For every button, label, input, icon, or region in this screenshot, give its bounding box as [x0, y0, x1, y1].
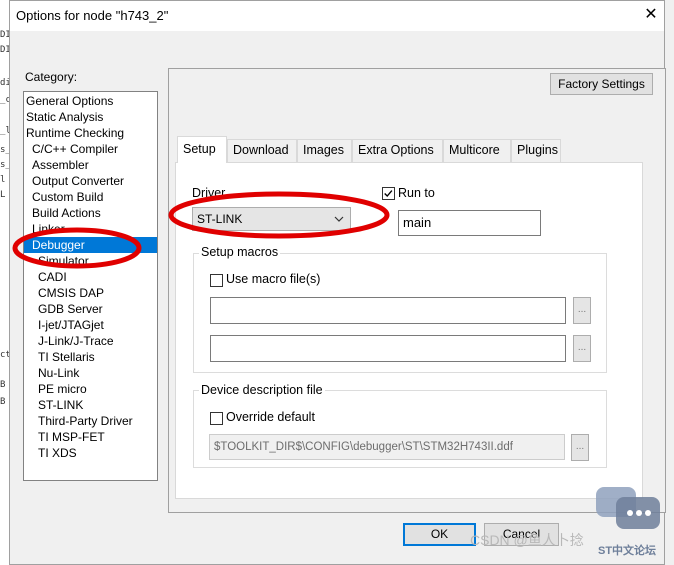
- watermark-logo-text: ST中文论坛: [598, 545, 657, 557]
- use-macro-checkbox[interactable]: [210, 274, 223, 287]
- bg-fragment: L: [0, 190, 6, 200]
- driver-select-value: ST-LINK: [197, 212, 243, 226]
- macro-file-input-2[interactable]: [210, 335, 566, 362]
- category-item-general-options[interactable]: General Options: [24, 93, 159, 109]
- run-to-checkbox[interactable]: [382, 187, 395, 200]
- run-to-input[interactable]: main: [398, 210, 541, 236]
- category-item-static-analysis[interactable]: Static Analysis: [24, 109, 159, 125]
- category-item-cadi[interactable]: CADI: [24, 269, 171, 285]
- category-item-runtime-checking[interactable]: Runtime Checking: [24, 125, 159, 141]
- category-item-st-link[interactable]: ST-LINK: [24, 397, 171, 413]
- category-list[interactable]: General Options Static Analysis Runtime …: [23, 91, 158, 481]
- setup-macros-title: Setup macros: [199, 245, 281, 259]
- tab-setup[interactable]: Setup: [177, 136, 227, 163]
- bg-fragment: l: [0, 175, 6, 185]
- category-item-linker[interactable]: Linker: [24, 221, 165, 237]
- category-label: Category:: [25, 70, 78, 84]
- factory-settings-button[interactable]: Factory Settings: [550, 73, 653, 95]
- category-item-jlink-jtrace[interactable]: J-Link/J-Trace: [24, 333, 171, 349]
- category-item-nu-link[interactable]: Nu-Link: [24, 365, 171, 381]
- override-default-label: Override default: [226, 410, 315, 424]
- category-item-pe-micro[interactable]: PE micro: [24, 381, 171, 397]
- driver-select[interactable]: ST-LINK: [192, 207, 351, 231]
- category-item-ti-stellaris[interactable]: TI Stellaris: [24, 349, 171, 365]
- use-macro-label: Use macro file(s): [226, 272, 321, 286]
- chat-bubble-logo-icon: [596, 487, 660, 529]
- category-item-third-party-driver[interactable]: Third-Party Driver: [24, 413, 171, 429]
- bg-fragment: B: [0, 380, 6, 390]
- tab-multicore[interactable]: Multicore: [443, 139, 511, 162]
- driver-label: Driver: [192, 186, 226, 200]
- chevron-down-icon: [334, 216, 344, 222]
- watermark-text: CSDN @鱼人卜捻: [470, 532, 584, 548]
- category-item-ti-msp-fet[interactable]: TI MSP-FET: [24, 429, 171, 445]
- category-item-custom-build[interactable]: Custom Build: [24, 189, 165, 205]
- category-item-c-compiler[interactable]: C/C++ Compiler: [24, 141, 165, 157]
- macro-file-input-1[interactable]: [210, 297, 566, 324]
- category-item-ijet-jtagjet[interactable]: I-jet/JTAGjet: [24, 317, 171, 333]
- macro-browse-button-1[interactable]: ...: [573, 297, 591, 324]
- tab-download[interactable]: Download: [227, 139, 297, 162]
- bg-fragment: B: [0, 397, 6, 407]
- tab-plugins[interactable]: Plugins: [511, 139, 561, 162]
- category-item-assembler[interactable]: Assembler: [24, 157, 165, 173]
- tab-images[interactable]: Images: [297, 139, 352, 162]
- category-item-gdb-server[interactable]: GDB Server: [24, 301, 171, 317]
- ddf-path-input: $TOOLKIT_DIR$\CONFIG\debugger\ST\STM32H7…: [209, 434, 565, 460]
- category-item-ti-xds[interactable]: TI XDS: [24, 445, 171, 461]
- ok-button[interactable]: OK: [403, 523, 476, 546]
- dialog-title: Options for node "h743_2": [16, 8, 169, 23]
- ddf-browse-button: ...: [571, 434, 589, 461]
- macro-browse-button-2[interactable]: ...: [573, 335, 591, 362]
- run-to-label: Run to: [398, 186, 435, 200]
- category-item-cmsis-dap[interactable]: CMSIS DAP: [24, 285, 171, 301]
- category-item-simulator[interactable]: Simulator: [24, 253, 171, 269]
- close-icon[interactable]: ✕: [640, 4, 662, 26]
- category-item-build-actions[interactable]: Build Actions: [24, 205, 165, 221]
- override-default-checkbox[interactable]: [210, 412, 223, 425]
- checkmark-icon: [384, 190, 393, 198]
- tab-extra-options[interactable]: Extra Options: [352, 139, 443, 162]
- category-item-debugger[interactable]: Debugger: [24, 237, 157, 253]
- device-description-title: Device description file: [199, 383, 325, 397]
- category-item-output-converter[interactable]: Output Converter: [24, 173, 165, 189]
